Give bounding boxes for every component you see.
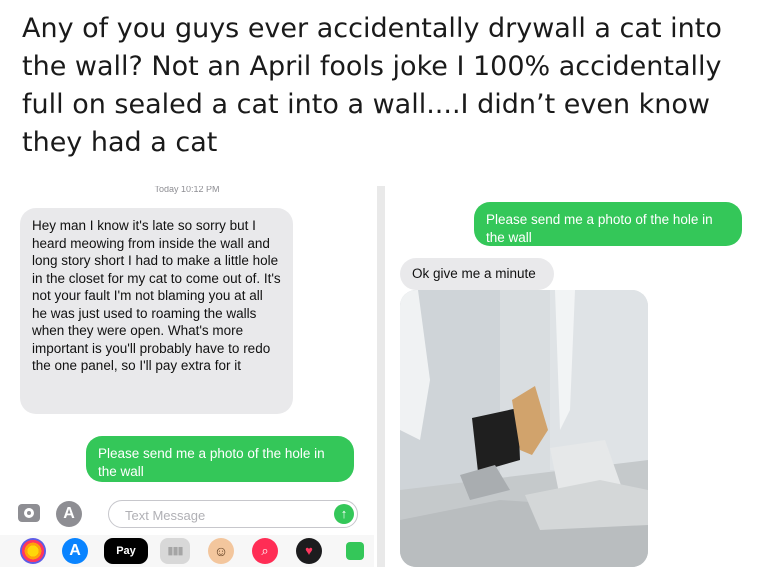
music-icon[interactable]: ▮▮▮ (160, 538, 190, 564)
memoji-icon[interactable]: ☺ (208, 538, 234, 564)
send-arrow-icon[interactable]: ↑ (334, 504, 354, 524)
apple-pay-icon[interactable]: Pay (104, 538, 148, 564)
message-input[interactable] (123, 502, 327, 528)
compose-bar: A ↑ (0, 497, 374, 531)
app-drawer: A Pay ▮▮▮ ☺ ⌕ ♥ (0, 535, 374, 567)
app-store-icon[interactable]: A (62, 538, 88, 564)
image-search-icon[interactable]: ⌕ (252, 538, 278, 564)
screenshot-divider (377, 186, 385, 567)
photo-of-drywall-hole[interactable] (400, 290, 648, 567)
incoming-message-bubble: Hey man I know it's late so sorry but I … (20, 208, 293, 414)
digital-touch-icon[interactable]: ♥ (296, 538, 322, 564)
photos-icon[interactable] (20, 538, 46, 564)
message-input-container[interactable]: ↑ (108, 500, 358, 528)
right-screenshot: Please send me a photo of the hole in th… (388, 186, 758, 567)
outgoing-message-bubble: Please send me a photo of the hole in th… (86, 436, 354, 482)
more-icon[interactable] (346, 542, 364, 560)
camera-icon[interactable] (18, 504, 40, 522)
left-screenshot: Today 10:12 PM Hey man I know it's late … (0, 186, 374, 567)
outgoing-message-bubble: Please send me a photo of the hole in th… (474, 202, 742, 246)
incoming-message-bubble: Ok give me a minute (400, 258, 554, 290)
app-store-icon[interactable]: A (56, 501, 82, 527)
message-timestamp: Today 10:12 PM (154, 186, 220, 194)
post-caption: Any of you guys ever accidentally drywal… (22, 13, 722, 158)
apple-pay-label: Pay (116, 545, 136, 557)
